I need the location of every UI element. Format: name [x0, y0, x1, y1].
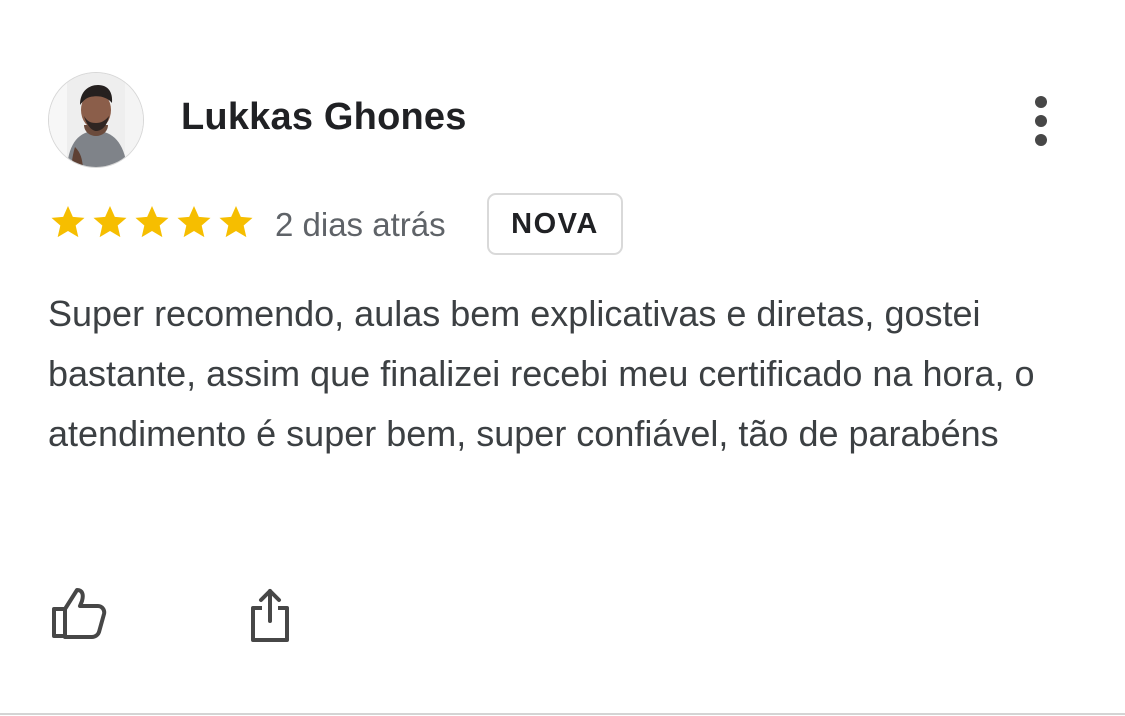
- share-icon: [251, 589, 289, 642]
- star-icon: [135, 206, 169, 238]
- review-text: Super recomendo, aulas bem explicativas …: [48, 293, 1035, 454]
- star-icon: [177, 206, 211, 238]
- more-vert-icon: [1035, 134, 1047, 146]
- more-vert-icon: [1035, 115, 1047, 127]
- review-actions: [48, 584, 348, 650]
- new-badge: NOVA: [487, 193, 623, 255]
- star-icon: [219, 206, 253, 238]
- author-name[interactable]: Lukkas Ghones: [181, 96, 467, 139]
- star-rating: [48, 203, 256, 247]
- thumbs-up-icon: [52, 588, 107, 639]
- review-date: 2 dias atrás: [275, 206, 446, 243]
- like-button[interactable]: [48, 584, 110, 646]
- avatar-photo: [49, 73, 143, 167]
- bottom-divider: [0, 713, 1125, 715]
- share-button[interactable]: [239, 584, 301, 646]
- star-icon: [51, 206, 85, 238]
- more-options-button[interactable]: [1020, 88, 1062, 152]
- more-vert-icon: [1035, 96, 1047, 108]
- review-header: Lukkas Ghones: [48, 72, 1078, 168]
- review-meta: 2 dias atrás NOVA: [48, 193, 1048, 259]
- avatar[interactable]: [48, 72, 144, 168]
- star-icon: [93, 206, 127, 238]
- review-card: Lukkas Ghones 2 dias atrás NOVA Super re…: [0, 0, 1125, 716]
